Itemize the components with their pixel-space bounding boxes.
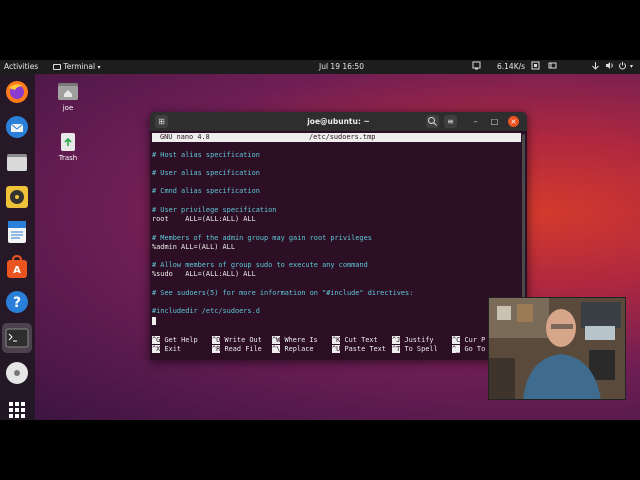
file-line: # Host alias specification xyxy=(152,151,260,159)
help-icon[interactable]: ? xyxy=(5,290,29,314)
nano-editor[interactable]: GNU nano 4.8 /etc/sudoers.tmp # Host ali… xyxy=(150,131,527,360)
network-monitor-icon[interactable] xyxy=(472,60,481,74)
rhythmbox-icon[interactable] xyxy=(5,185,29,209)
volume-icon[interactable] xyxy=(605,60,614,74)
home-folder-shortcut[interactable]: joe xyxy=(48,80,88,112)
system-menu-chevron-icon[interactable]: ▾ xyxy=(630,60,633,74)
network-icon[interactable] xyxy=(591,60,600,74)
shortcut-where-is: ^W Where Is xyxy=(272,336,318,344)
power-icon[interactable] xyxy=(618,60,627,74)
file-line: root ALL=(ALL:ALL) ALL xyxy=(152,215,256,223)
dvd-drive-icon[interactable] xyxy=(5,361,29,385)
shortcut-read-file: ^R Read File xyxy=(212,345,262,353)
shortcut-paste-text: ^U Paste Text xyxy=(332,345,386,353)
nano-filename: /etc/sudoers.tmp xyxy=(309,133,376,141)
software-center-icon[interactable]: A xyxy=(5,255,29,279)
show-applications-icon[interactable] xyxy=(5,398,29,422)
letterbox-top xyxy=(0,0,640,60)
app-menu[interactable]: Terminal ▾ xyxy=(53,60,101,74)
terminal-window[interactable]: ⊞ joe@ubuntu: ~ ≡ – □ × GNU nano 4.8 /et… xyxy=(150,112,527,360)
tray-icon[interactable] xyxy=(548,60,557,74)
clock[interactable]: Jul 19 16:50 xyxy=(319,60,364,74)
svg-text:A: A xyxy=(13,265,21,276)
search-icon[interactable] xyxy=(426,115,439,128)
dock: A ? xyxy=(0,74,35,420)
file-line: # See sudoers(5) for more information on… xyxy=(152,289,414,297)
chevron-down-icon: ▾ xyxy=(97,64,101,71)
shortcut-get-help: ^G Get Help xyxy=(152,336,198,344)
desktop-icon-label: Trash xyxy=(58,154,78,162)
webcam-overlay xyxy=(488,297,626,400)
files-icon[interactable] xyxy=(5,150,29,174)
shortcut-replace: ^\ Replace xyxy=(272,345,314,353)
nano-header-bar: GNU nano 4.8 /etc/sudoers.tmp xyxy=(152,133,521,142)
shortcut-exit: ^X Exit xyxy=(152,345,182,353)
net-speed: 6.14K/s xyxy=(497,62,526,71)
libreoffice-writer-icon[interactable] xyxy=(5,220,29,244)
shortcut-write-out: ^O Write Out xyxy=(212,336,262,344)
thunderbird-icon[interactable] xyxy=(5,115,29,139)
file-line: # User privilege specification xyxy=(152,206,277,214)
terminal-scrollbar[interactable] xyxy=(522,134,525,304)
shortcut-go-to: ^_ Go To xyxy=(452,345,486,353)
hamburger-menu-icon[interactable]: ≡ xyxy=(444,115,457,128)
firefox-icon[interactable] xyxy=(5,80,29,104)
shortcut-cur-pos: ^C Cur P xyxy=(452,336,486,344)
file-line: # Members of the admin group may gain ro… xyxy=(152,234,372,242)
file-line: #includedir /etc/sudoers.d xyxy=(152,307,260,315)
terminal-app-icon xyxy=(53,64,61,70)
top-bar: Activities Terminal ▾ Jul 19 16:50 6.14K… xyxy=(0,60,640,74)
letterbox-bottom xyxy=(0,420,640,480)
trash-shortcut[interactable]: Trash xyxy=(48,130,88,162)
file-line: # Allow members of group sudo to execute… xyxy=(152,261,368,269)
app-menu-label: Terminal xyxy=(63,62,96,71)
shortcut-cut-text: ^K Cut Text xyxy=(332,336,378,344)
trash-icon xyxy=(57,130,79,152)
close-icon[interactable]: × xyxy=(508,116,519,127)
svg-text:?: ? xyxy=(13,295,21,311)
ethernet-icon[interactable] xyxy=(531,60,540,74)
terminal-dock-icon[interactable] xyxy=(2,323,32,353)
terminal-header-bar[interactable]: ⊞ joe@ubuntu: ~ ≡ – □ × xyxy=(150,112,527,131)
file-line: %admin ALL=(ALL) ALL xyxy=(152,243,235,251)
activities-button[interactable]: Activities xyxy=(4,60,38,74)
minimize-icon[interactable]: – xyxy=(470,116,481,127)
nano-version: GNU nano 4.8 xyxy=(160,133,210,141)
file-line: %sudo ALL=(ALL:ALL) ALL xyxy=(152,270,256,278)
file-line: # Cmnd alias specification xyxy=(152,187,260,195)
shortcut-to-spell: ^T To Spell xyxy=(392,345,438,353)
shortcut-justify: ^J Justify xyxy=(392,336,434,344)
desktop-icon-label: joe xyxy=(62,104,74,112)
maximize-icon[interactable]: □ xyxy=(489,116,500,127)
home-folder-icon xyxy=(57,80,79,102)
file-line: # User alias specification xyxy=(152,169,260,177)
text-cursor xyxy=(152,317,156,325)
